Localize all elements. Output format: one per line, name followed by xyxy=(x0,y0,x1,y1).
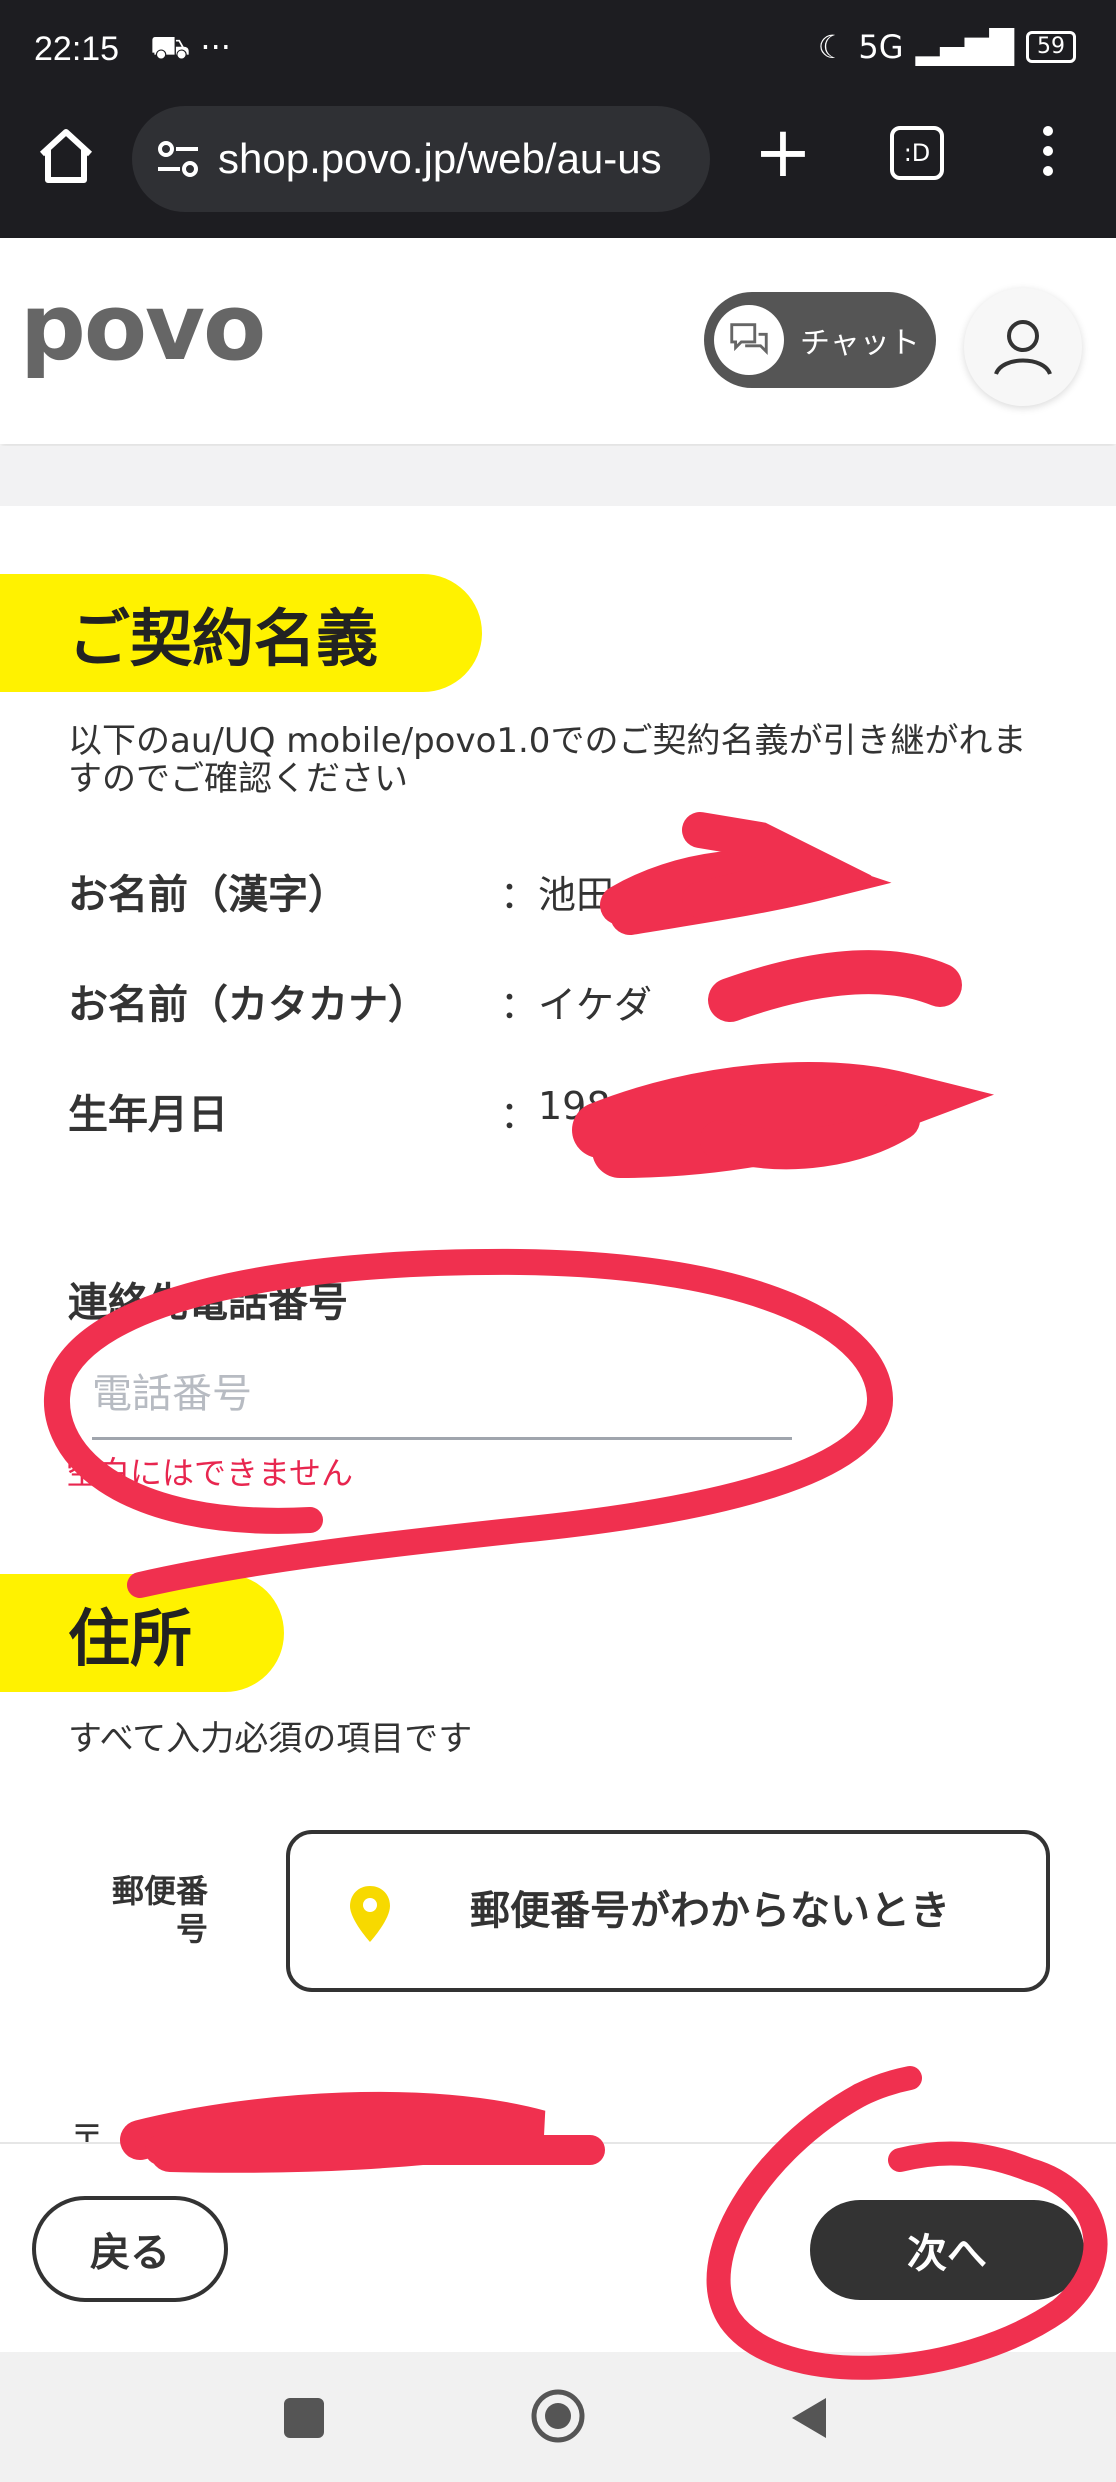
zip-lookup-label: 郵便番号がわからないとき xyxy=(470,1888,950,1934)
redaction-mark xyxy=(572,1062,995,1178)
chat-bubble-icon xyxy=(714,305,784,375)
action-bar: 戻る 次へ xyxy=(0,2142,1116,2352)
chat-button[interactable]: チャット xyxy=(704,292,936,388)
zip-code-label: 郵便番号 xyxy=(111,1872,208,1948)
browser-toolbar: shop.povo.jp/web/au-us + :D xyxy=(0,100,1116,238)
location-pin-icon xyxy=(350,1886,390,1942)
url-text[interactable]: shop.povo.jp/web/au-us xyxy=(218,135,662,183)
annotation-circle xyxy=(848,2066,922,2107)
name-kana-value: イケダ xyxy=(538,983,653,1027)
url-bar[interactable]: shop.povo.jp/web/au-us xyxy=(132,106,710,212)
phone-input[interactable] xyxy=(92,1350,792,1440)
battery-icon: 59 xyxy=(1026,31,1076,63)
birthdate-separator: ： xyxy=(500,1093,539,1137)
redaction-mark xyxy=(682,812,872,918)
site-settings-icon[interactable] xyxy=(154,135,202,183)
site-header: povo チャット xyxy=(0,238,1116,444)
network-label: 5G xyxy=(858,28,904,66)
tab-switcher-button[interactable]: :D xyxy=(890,126,944,180)
home-icon[interactable] xyxy=(34,124,98,188)
name-kanji-label: お名前（漢字） xyxy=(68,872,348,918)
name-kanji-separator: ： xyxy=(500,873,539,917)
redaction-mark xyxy=(708,950,962,1022)
back-triangle-icon[interactable] xyxy=(786,2394,830,2442)
new-tab-icon[interactable]: + xyxy=(748,117,818,190)
redaction-mark xyxy=(600,849,892,935)
address-description: すべて入力必須の項目です xyxy=(68,1719,473,1759)
next-button[interactable]: 次へ xyxy=(810,2200,1084,2300)
birthdate-value: 198 xyxy=(538,1084,611,1128)
status-time: 22:15 xyxy=(34,30,120,68)
notification-icons: ⛟ ··· xyxy=(150,28,231,66)
name-kana-separator: ： xyxy=(500,983,539,1027)
header-divider xyxy=(0,446,1116,506)
more-menu-icon[interactable] xyxy=(1036,126,1060,186)
status-indicators: ☾ 5G ▂▄▆█ 59 xyxy=(818,28,1076,66)
name-kanji-value: 池田 xyxy=(538,873,615,917)
chat-label: チャット xyxy=(800,326,920,361)
address-section-title: 住所 xyxy=(0,1574,284,1692)
phone-error-message: 空白にはできません xyxy=(66,1454,354,1492)
name-kana-label: お名前（カタカナ） xyxy=(68,982,428,1028)
system-nav-bar xyxy=(0,2352,1116,2482)
recents-icon[interactable] xyxy=(284,2398,324,2438)
home-circle-icon[interactable] xyxy=(528,2386,588,2446)
back-button[interactable]: 戻る xyxy=(32,2196,228,2302)
signal-icon: ▂▄▆█ xyxy=(915,28,1014,66)
phone-field-label: 連絡先電話番号 xyxy=(68,1280,348,1326)
status-bar: 22:15 ⛟ ··· ☾ 5G ▂▄▆█ 59 xyxy=(0,0,1116,100)
zip-lookup-button[interactable]: 郵便番号がわからないとき xyxy=(286,1830,1050,1992)
povo-logo[interactable]: povo xyxy=(20,274,266,381)
redaction-mark xyxy=(700,1100,920,1170)
contract-section-title: ご契約名義 xyxy=(0,574,482,692)
account-icon[interactable] xyxy=(964,288,1082,406)
moon-icon: ☾ xyxy=(817,28,847,66)
contract-description: 以下のau/UQ mobile/povo1.0でのご契約名義が引き継がれますので… xyxy=(68,721,1027,799)
birthdate-label: 生年月日 xyxy=(68,1092,228,1138)
